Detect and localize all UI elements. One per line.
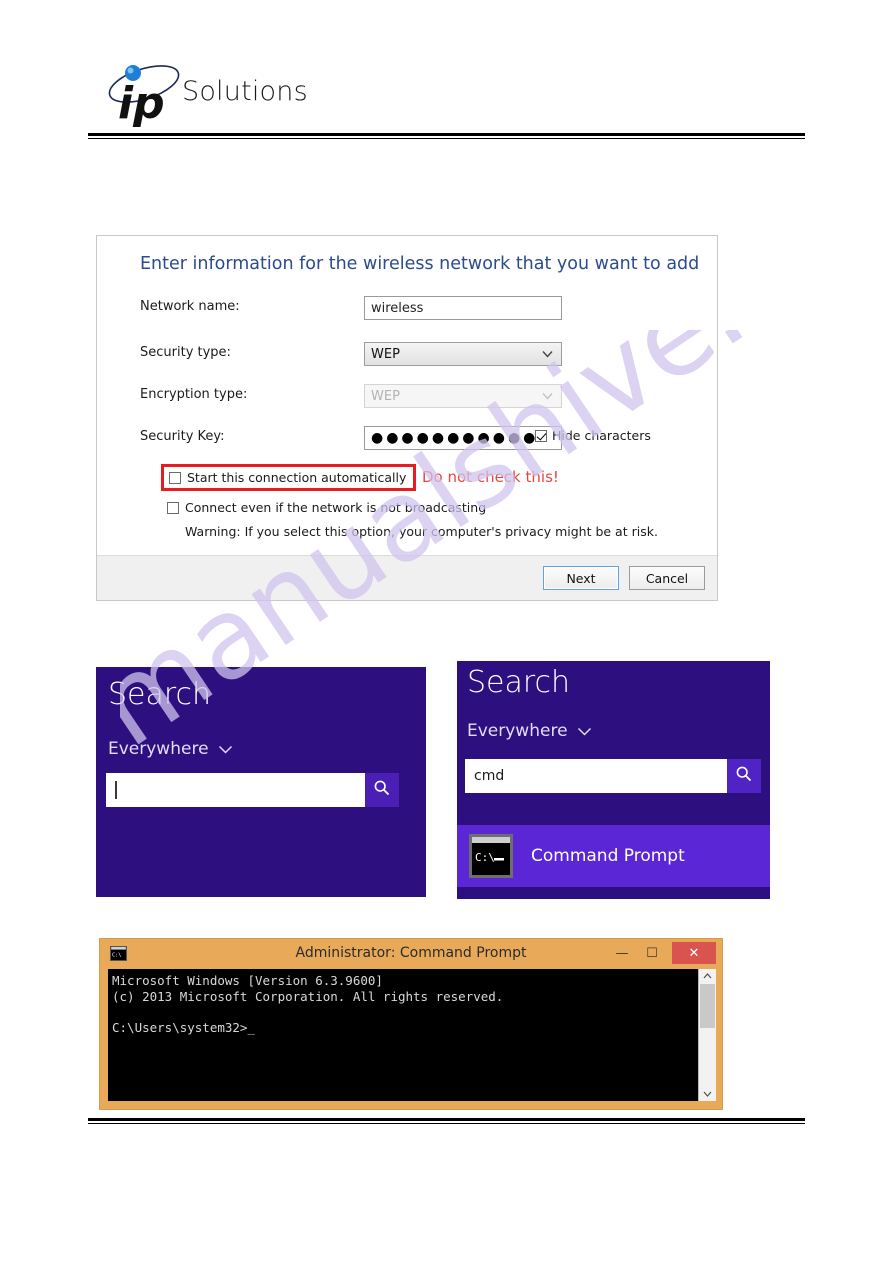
page-header: ip Solutions xyxy=(0,0,893,150)
label-network-name: Network name: xyxy=(140,299,240,314)
label-security-type: Security type: xyxy=(140,345,231,360)
dialog-heading: Enter information for the wireless netwo… xyxy=(140,254,700,274)
command-prompt-titlebar[interactable]: C:\ Administrator: Command Prompt — ☐ ✕ xyxy=(100,939,722,969)
maximize-button[interactable]: ☐ xyxy=(638,942,666,964)
checkbox-check-icon xyxy=(535,429,547,442)
footer-divider xyxy=(88,1118,805,1125)
cancel-button[interactable]: Cancel xyxy=(629,566,705,590)
search-input[interactable] xyxy=(106,773,365,807)
search-scope-dropdown[interactable]: Everywhere xyxy=(467,721,592,741)
hide-characters-checkbox[interactable]: Hide characters xyxy=(535,428,651,443)
svg-text:ip: ip xyxy=(118,78,165,128)
console-scrollbar[interactable] xyxy=(698,969,716,1101)
search-input[interactable]: cmd xyxy=(465,759,727,793)
search-result-command-prompt[interactable]: C:\ Command Prompt xyxy=(457,825,770,887)
magnifier-icon xyxy=(373,779,391,802)
encryption-type-select: WEP xyxy=(364,384,562,408)
console-text: Microsoft Windows [Version 6.3.9600] (c)… xyxy=(112,973,504,1035)
security-type-select[interactable]: WEP xyxy=(364,342,562,366)
search-scope-label: Everywhere xyxy=(467,721,568,741)
search-panel-title: Search xyxy=(467,665,571,700)
close-button[interactable]: ✕ xyxy=(672,942,716,964)
search-box xyxy=(106,773,399,807)
checkbox-icon xyxy=(169,471,181,484)
start-automatically-label: Start this connection automatically xyxy=(187,470,407,485)
chevron-down-icon xyxy=(542,387,553,406)
network-name-input[interactable]: wireless xyxy=(364,296,562,320)
encryption-type-value: WEP xyxy=(371,389,400,404)
chevron-down-icon xyxy=(542,345,553,364)
search-panel-empty: Search Everywhere xyxy=(96,667,426,897)
console-icon: C:\ xyxy=(469,834,513,878)
search-panel-title: Search xyxy=(108,677,212,712)
dialog-footer: Next Cancel xyxy=(97,555,717,600)
connect-not-broadcasting-checkbox[interactable]: Connect even if the network is not broad… xyxy=(167,500,486,515)
privacy-warning-text: Warning: If you select this option, your… xyxy=(185,524,658,539)
magnifier-icon xyxy=(735,765,753,788)
form-row-network-name: Network name: wireless xyxy=(140,296,700,322)
command-prompt-window: C:\ Administrator: Command Prompt — ☐ ✕ … xyxy=(99,938,723,1110)
checkbox-icon xyxy=(167,501,179,514)
search-box: cmd xyxy=(465,759,761,793)
security-key-input[interactable]: ●●●●●●●●●●● xyxy=(364,426,562,450)
search-scope-label: Everywhere xyxy=(108,739,209,759)
search-scope-dropdown[interactable]: Everywhere xyxy=(108,739,233,759)
console-output-area[interactable]: Microsoft Windows [Version 6.3.9600] (c)… xyxy=(108,969,716,1101)
brand-name: Solutions xyxy=(182,76,308,107)
label-security-key: Security Key: xyxy=(140,429,225,444)
divider-thin-bar xyxy=(88,138,805,140)
form-row-security-type: Security type: WEP xyxy=(140,342,700,368)
start-automatically-checkbox[interactable]: Start this connection automatically xyxy=(161,464,417,491)
search-result-label: Command Prompt xyxy=(531,846,685,866)
annotation-do-not-check: Do not check this! xyxy=(422,468,559,486)
wireless-network-dialog: Enter information for the wireless netwo… xyxy=(96,235,718,601)
scroll-down-icon[interactable] xyxy=(699,1087,716,1101)
connect-not-broadcasting-label: Connect even if the network is not broad… xyxy=(185,500,487,515)
ip-logo-icon: ip xyxy=(104,58,184,129)
scroll-up-icon[interactable] xyxy=(699,969,716,983)
text-caret xyxy=(115,781,117,799)
svg-text:C:\: C:\ xyxy=(475,851,495,864)
chevron-down-icon xyxy=(218,739,233,759)
brand-logo: ip Solutions xyxy=(104,58,404,129)
security-type-value: WEP xyxy=(371,347,400,362)
dialog-body: Enter information for the wireless netwo… xyxy=(97,236,717,556)
scrollbar-thumb[interactable] xyxy=(700,984,715,1028)
next-button[interactable]: Next xyxy=(543,566,619,590)
search-panel-cmd: Search Everywhere cmd C:\ Command Prompt xyxy=(457,661,770,899)
form-row-encryption-type: Encryption type: WEP xyxy=(140,384,700,410)
search-submit-button[interactable] xyxy=(727,759,761,793)
label-encryption-type: Encryption type: xyxy=(140,387,248,402)
chevron-down-icon xyxy=(577,721,592,741)
search-submit-button[interactable] xyxy=(365,773,399,807)
divider-thick-bar xyxy=(88,133,805,136)
header-divider xyxy=(88,133,805,140)
divider-thin-bar xyxy=(88,1123,805,1125)
minimize-button[interactable]: — xyxy=(608,942,636,964)
divider-thick-bar xyxy=(88,1118,805,1121)
hide-characters-label: Hide characters xyxy=(552,428,651,443)
